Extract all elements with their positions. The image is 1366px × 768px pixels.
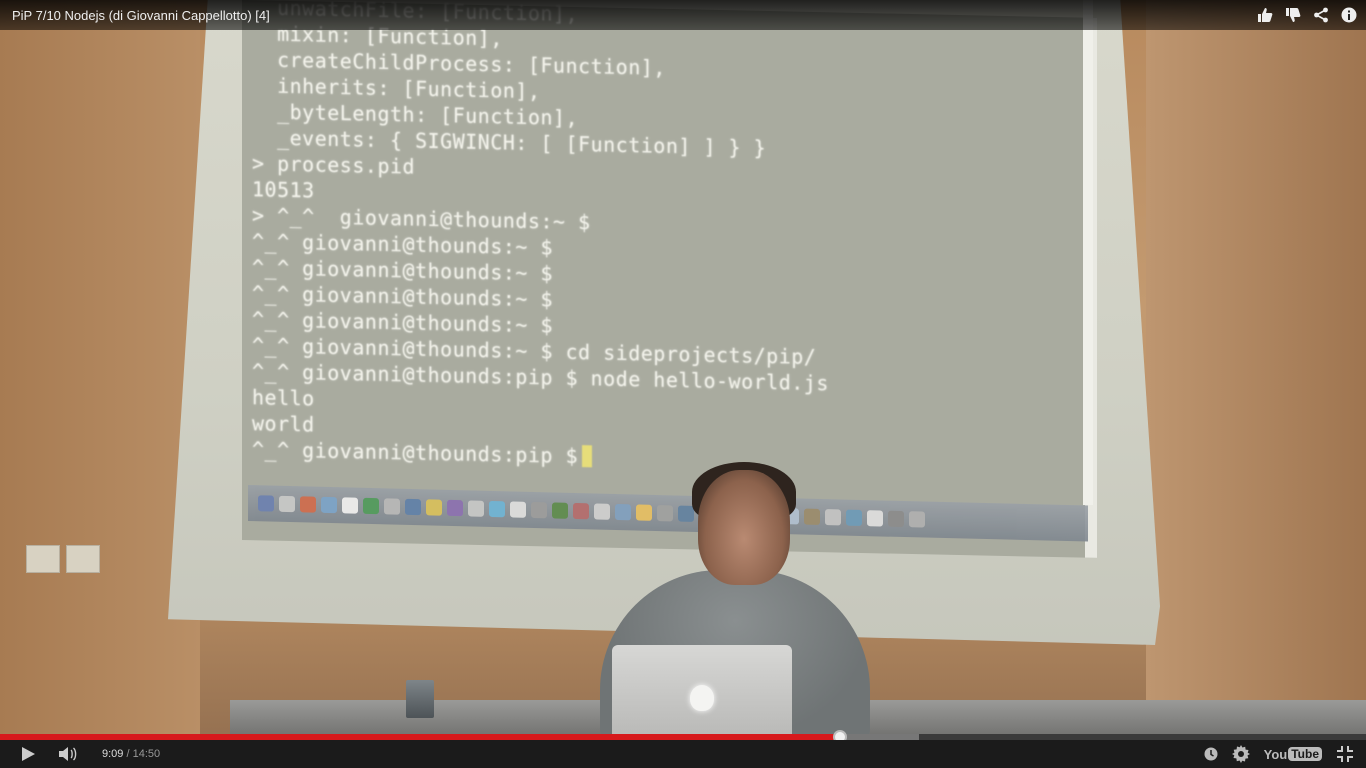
video-frame[interactable]: unwatchFile: [Function], mixin: [Functio… <box>0 0 1366 768</box>
light-switch <box>66 545 100 573</box>
volume-button[interactable] <box>48 740 88 768</box>
youtube-logo-tube: Tube <box>1288 747 1322 761</box>
dock-app-icon <box>468 500 484 517</box>
youtube-logo-you: You <box>1263 746 1288 762</box>
dock-app-icon <box>909 511 925 528</box>
dock-app-icon <box>426 499 442 516</box>
dock-app-icon <box>825 509 841 526</box>
exit-fullscreen-icon <box>1337 746 1353 762</box>
info-icon <box>1341 7 1357 23</box>
control-bar: 9:09 / 14:50 You Tube <box>0 740 1366 768</box>
dock-app-icon <box>846 509 862 527</box>
share-button[interactable] <box>1312 6 1330 24</box>
dock-app-icon <box>384 498 400 515</box>
like-button[interactable] <box>1256 6 1274 24</box>
info-button[interactable] <box>1340 6 1358 24</box>
dislike-icon <box>1286 8 1301 22</box>
settings-button[interactable] <box>1231 740 1250 768</box>
wall <box>1146 0 1366 768</box>
dock-app-icon <box>552 502 568 519</box>
top-actions <box>1256 6 1358 24</box>
exit-fullscreen-button[interactable] <box>1336 740 1354 768</box>
terminal-cursor <box>582 445 593 468</box>
terminal-scrollbar <box>1083 0 1093 505</box>
dock-app-icon <box>804 508 820 525</box>
dock-app-icon <box>321 496 337 514</box>
video-title[interactable]: PiP 7/10 Nodejs (di Giovanni Cappellotto… <box>12 8 270 23</box>
dock-app-icon <box>405 498 421 516</box>
dock-app-icon <box>447 499 463 517</box>
dock-app-icon <box>510 501 526 518</box>
dock-app-icon <box>678 505 694 522</box>
volume-icon <box>59 747 77 761</box>
current-time: 9:09 <box>102 748 124 760</box>
dock-app-icon <box>594 503 610 520</box>
right-controls: You Tube <box>1204 740 1354 768</box>
dock-app-icon <box>342 497 358 514</box>
presenter-head <box>698 470 790 585</box>
dock-app-icon <box>300 496 316 513</box>
terminal-output: unwatchFile: [Function], mixin: [Functio… <box>252 0 1082 480</box>
dock-app-icon <box>657 504 673 522</box>
wall <box>0 0 200 768</box>
clock-icon <box>1204 747 1218 761</box>
dock-app-icon <box>888 510 904 528</box>
time-separator: / <box>126 748 130 760</box>
apple-logo <box>690 685 714 711</box>
gear-icon <box>1231 745 1250 763</box>
play-button[interactable] <box>8 740 48 768</box>
dock-app-icon <box>867 510 883 527</box>
like-icon <box>1258 8 1273 22</box>
youtube-logo[interactable]: You Tube <box>1264 740 1322 768</box>
dislike-button[interactable] <box>1284 6 1302 24</box>
play-icon <box>22 747 35 761</box>
share-icon <box>1314 7 1328 23</box>
glass <box>406 680 434 718</box>
duration: 14:50 <box>132 748 161 760</box>
dock-app-icon <box>531 501 547 519</box>
dock-app-icon <box>258 495 274 512</box>
dock-app-icon <box>489 500 505 518</box>
dock-app-icon <box>636 504 652 521</box>
watch-later-button[interactable] <box>1204 740 1218 768</box>
dock-app-icon <box>363 497 379 515</box>
dock-app-icon <box>573 502 589 520</box>
projected-terminal: unwatchFile: [Function], mixin: [Functio… <box>242 0 1097 558</box>
light-switch <box>26 545 60 573</box>
dock-app-icon <box>279 495 295 513</box>
dock-app-icon <box>615 503 631 521</box>
title-bar: PiP 7/10 Nodejs (di Giovanni Cappellotto… <box>0 0 1366 30</box>
time-display: 9:09 / 14:50 <box>102 748 160 760</box>
